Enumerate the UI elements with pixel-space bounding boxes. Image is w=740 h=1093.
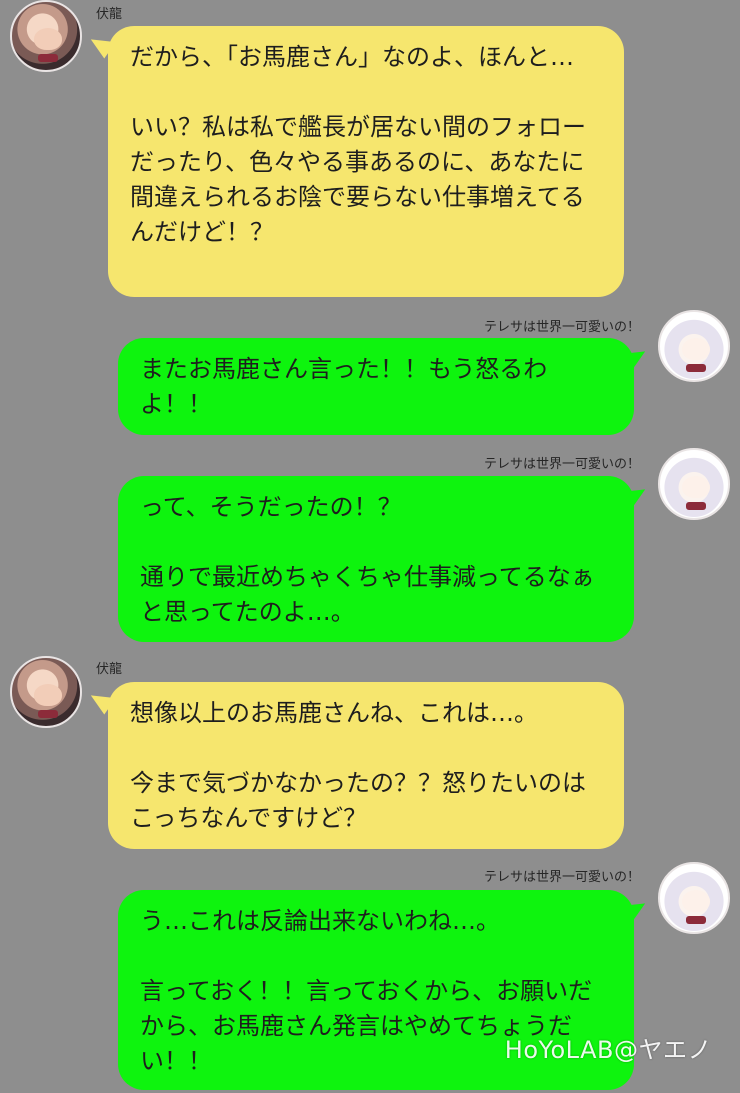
- avatar-face: [682, 476, 710, 498]
- watermark: HoYoLAB@ヤエノ: [504, 1036, 712, 1064]
- sender-avatar-fulong[interactable]: [10, 656, 82, 728]
- sender-avatar-teresa[interactable]: [658, 310, 730, 382]
- message-bubble[interactable]: だから、「お馬鹿さん」なのよ、ほんと… いい？私は私で艦長が居ない間のフォローだ…: [108, 26, 624, 297]
- avatar-ribbon: [38, 54, 58, 62]
- sender-avatar-teresa[interactable]: [658, 448, 730, 520]
- sender-name: テレサは世界一可愛いの！: [483, 457, 640, 472]
- message-text: 想像以上のお馬鹿さんね、これは…。 今まで気づかなかったの？？怒りたいのはこっち…: [130, 699, 586, 832]
- avatar-face: [34, 28, 62, 50]
- sender-avatar-fulong[interactable]: [10, 0, 82, 72]
- message-text: またお馬鹿さん言った！！もう怒るわよ！！: [140, 355, 548, 418]
- avatar-ribbon: [686, 502, 706, 510]
- sender-avatar-teresa[interactable]: [658, 862, 730, 934]
- avatar-ribbon: [686, 916, 706, 924]
- sender-name: テレサは世界一可愛いの！: [483, 320, 640, 335]
- avatar-face: [682, 890, 710, 912]
- avatar-face: [682, 338, 710, 360]
- message-bubble[interactable]: またお馬鹿さん言った！！もう怒るわよ！！: [118, 338, 634, 435]
- avatar-face: [34, 684, 62, 706]
- avatar-ribbon: [686, 364, 706, 372]
- message-text: だから、「お馬鹿さん」なのよ、ほんと… いい？私は私で艦長が居ない間のフォローだ…: [130, 43, 586, 246]
- avatar-ribbon: [38, 710, 58, 718]
- sender-name: 伏龍: [96, 662, 123, 677]
- message-text: って、そうだったの！？ 通りで最近めちゃくちゃ仕事減ってるなぁと思ってたのよ…。: [140, 493, 595, 626]
- sender-name: 伏龍: [96, 7, 123, 22]
- sender-name: テレサは世界一可愛いの！: [483, 870, 640, 885]
- message-bubble[interactable]: って、そうだったの！？ 通りで最近めちゃくちゃ仕事減ってるなぁと思ってたのよ…。: [118, 476, 634, 642]
- message-bubble[interactable]: 想像以上のお馬鹿さんね、これは…。 今まで気づかなかったの？？怒りたいのはこっち…: [108, 682, 624, 849]
